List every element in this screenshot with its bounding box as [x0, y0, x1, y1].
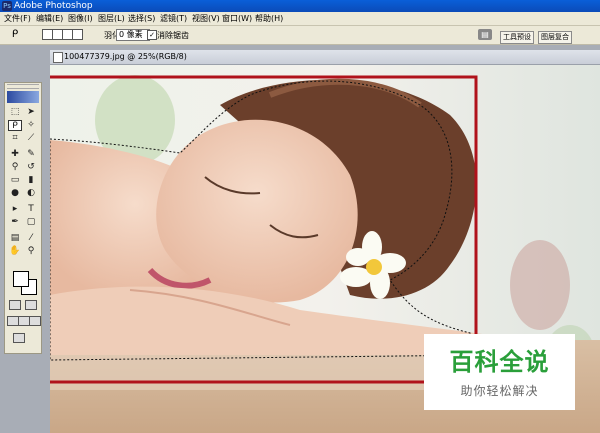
menu-view[interactable]: 视图(V): [192, 12, 220, 25]
dodge-icon[interactable]: ◐: [24, 188, 38, 199]
watermark-subtitle: 助你轻松解决: [460, 384, 539, 398]
crop-icon[interactable]: ⌗: [8, 133, 22, 144]
move-icon[interactable]: ➤: [24, 107, 38, 118]
photoshop-app-icon: Ps: [2, 1, 12, 11]
eraser-icon[interactable]: ▭: [8, 175, 22, 186]
menu-file[interactable]: 文件(F): [4, 12, 31, 25]
layer-comps-tab[interactable]: 图层复合: [538, 31, 572, 44]
clone-stamp-icon[interactable]: ⚲: [8, 162, 22, 173]
blur-icon[interactable]: ●: [8, 188, 22, 199]
lasso-tool-icon[interactable]: ᑭ: [8, 120, 22, 131]
foreground-color-swatch[interactable]: [13, 271, 29, 287]
slice-icon[interactable]: ⟋: [24, 133, 38, 144]
title-bar: Ps Adobe Photoshop: [0, 0, 600, 12]
zoom-icon[interactable]: ⚲: [24, 246, 38, 257]
watermark-badge: 百科全说 助你轻松解决: [424, 334, 575, 410]
hand-icon[interactable]: ✋: [8, 246, 22, 257]
panel-grip[interactable]: [7, 84, 39, 89]
lasso-icon[interactable]: ᑭ: [8, 29, 22, 41]
menu-image[interactable]: 图像(I): [68, 12, 93, 25]
marquee-icon[interactable]: ⬚: [8, 107, 22, 118]
menu-edit[interactable]: 编辑(E): [36, 12, 63, 25]
healing-icon[interactable]: ✚: [8, 149, 22, 160]
photoshop-logo: [7, 91, 39, 103]
brush-icon[interactable]: ✎: [24, 149, 38, 160]
print-icon[interactable]: ▤: [478, 29, 492, 40]
tool-presets-tab[interactable]: 工具预设: [500, 31, 534, 44]
menu-select[interactable]: 选择(S): [128, 12, 155, 25]
menu-filter[interactable]: 滤镜(T): [160, 12, 187, 25]
options-bar: ᑭ 羽化: 0 像素 ✓ 消除锯齿 ▤ 工具预设 图层复合: [0, 26, 600, 45]
antialias-label: 消除锯齿: [157, 31, 189, 40]
eyedropper-icon[interactable]: ⁄: [24, 233, 38, 244]
toolbox-panel: ⬚ ➤ ᑭ ✧ ⌗ ⟋ ✚ ✎ ⚲ ↺ ▭ ▮ ● ◐ ▸ T ✒ ▢ ▤ ⁄ …: [4, 82, 42, 354]
selection-mode-buttons: [42, 29, 83, 41]
gradient-icon[interactable]: ▮: [24, 175, 38, 186]
window-title: Adobe Photoshop: [14, 1, 93, 11]
document-titlebar[interactable]: 100477379.jpg @ 25%(RGB/8): [50, 50, 600, 65]
menu-window[interactable]: 窗口(W): [222, 12, 252, 25]
document-title: 100477379.jpg @ 25%(RGB/8): [64, 52, 187, 61]
feather-input[interactable]: 0 像素: [116, 29, 150, 41]
antialias-checkbox[interactable]: ✓: [147, 30, 157, 40]
menu-help[interactable]: 帮助(H): [255, 12, 283, 25]
intersect-selection-button[interactable]: [72, 29, 83, 40]
shape-icon[interactable]: ▢: [24, 217, 38, 228]
type-icon[interactable]: T: [24, 204, 38, 215]
standard-mode-button[interactable]: [9, 300, 21, 310]
menu-layer[interactable]: 图层(L): [98, 12, 125, 25]
screen-mode-full-button[interactable]: [29, 316, 41, 326]
path-select-icon[interactable]: ▸: [8, 204, 22, 215]
document-icon: [53, 52, 63, 63]
watermark-title: 百科全说: [449, 348, 550, 376]
pen-icon[interactable]: ✒: [8, 217, 22, 228]
magic-wand-icon[interactable]: ✧: [24, 120, 38, 131]
quickmask-mode-button[interactable]: [25, 300, 37, 310]
history-brush-icon[interactable]: ↺: [24, 162, 38, 173]
notes-icon[interactable]: ▤: [8, 233, 22, 244]
menu-bar: 文件(F) 编辑(E) 图像(I) 图层(L) 选择(S) 滤镜(T) 视图(V…: [0, 12, 600, 26]
jump-to-imageready-button[interactable]: [13, 333, 25, 343]
